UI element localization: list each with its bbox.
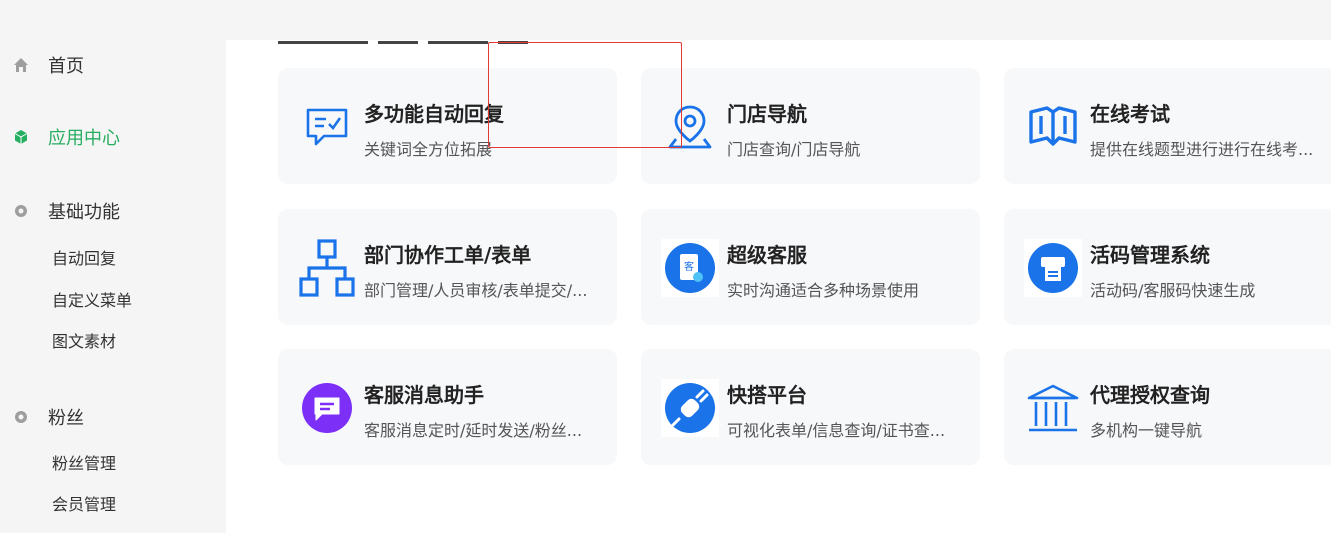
- card-title: 超级客服: [727, 243, 807, 267]
- card-title: 在线考试: [1090, 102, 1170, 126]
- app-card-store-nav[interactable]: 门店导航 门店查询/门店导航: [641, 68, 980, 184]
- app-card-super-service[interactable]: 客 超级客服 实时沟通适合多种场景使用: [641, 209, 980, 325]
- section-heading-cropped-bottom: [278, 529, 398, 533]
- card-title: 部门协作工单/表单: [364, 243, 532, 267]
- card-title: 门店导航: [727, 102, 807, 126]
- home-icon: [12, 56, 30, 74]
- app-card-dept-ticket[interactable]: 部门协作工单/表单 部门管理/人员审核/表单提交/...: [278, 209, 617, 325]
- card-desc: 门店查询/门店导航: [727, 140, 861, 159]
- top-bar: [0, 0, 1331, 40]
- sidebar-item-label: 首页: [48, 56, 84, 77]
- sidebar-subitem-custom-menu[interactable]: 自定义菜单: [52, 287, 132, 311]
- gear-icon: [12, 202, 30, 220]
- card-title: 活码管理系统: [1090, 243, 1210, 267]
- card-desc: 可视化表单/信息查询/证书查...: [727, 421, 946, 440]
- card-desc: 实时沟通适合多种场景使用: [727, 281, 920, 300]
- sidebar-item-app-center[interactable]: 应用中心: [12, 124, 120, 150]
- cube-icon: [12, 128, 30, 146]
- card-desc: 部门管理/人员审核/表单提交/...: [364, 281, 588, 300]
- org-chart-icon: [298, 239, 356, 297]
- open-book-icon: [1024, 98, 1082, 156]
- sidebar-item-label: 应用中心: [48, 128, 120, 149]
- card-desc: 多机构一键导航: [1090, 421, 1203, 440]
- app-card-live-code[interactable]: 活码管理系统 活动码/客服码快速生成: [1004, 209, 1331, 325]
- app-card-agent-auth[interactable]: 代理授权查询 多机构一键导航: [1004, 349, 1331, 465]
- sidebar-item-fans[interactable]: 粉丝: [12, 404, 84, 430]
- app-card-service-message[interactable]: 客服消息助手 客服消息定时/延时发送/粉丝...: [278, 349, 617, 465]
- card-title: 多功能自动回复: [364, 102, 504, 126]
- sidebar-item-basic[interactable]: 基础功能: [12, 198, 120, 224]
- section-heading-cropped: [278, 40, 598, 44]
- main-content: 多功能自动回复 关键词全方位拓展 门店导航 门店查询/门店导航 在线考试 提供在…: [226, 40, 1331, 533]
- card-desc: 活动码/客服码快速生成: [1090, 281, 1256, 300]
- printer-icon: [1024, 239, 1082, 297]
- sidebar-subitem-member-manage[interactable]: 会员管理: [52, 491, 116, 515]
- app-card-auto-reply[interactable]: 多功能自动回复 关键词全方位拓展: [278, 68, 617, 184]
- sidebar-subitem-auto-reply[interactable]: 自动回复: [52, 245, 116, 269]
- card-desc: 客服消息定时/延时发送/粉丝...: [364, 421, 583, 440]
- sidebar-subitem-fans-manage[interactable]: 粉丝管理: [52, 450, 116, 474]
- location-pin-icon: [661, 98, 719, 156]
- message-icon: [298, 379, 356, 437]
- sidebar-item-label: 基础功能: [48, 202, 120, 223]
- plug-icon: [661, 379, 719, 437]
- gear-icon: [12, 408, 30, 426]
- svg-text:客: 客: [684, 260, 694, 273]
- card-desc: 提供在线题型进行进行在线考...: [1090, 140, 1314, 159]
- app-card-online-exam[interactable]: 在线考试 提供在线题型进行进行在线考...: [1004, 68, 1331, 184]
- card-title: 代理授权查询: [1090, 383, 1210, 407]
- app-card-quick-build[interactable]: 快搭平台 可视化表单/信息查询/证书查...: [641, 349, 980, 465]
- card-title: 客服消息助手: [364, 383, 484, 407]
- customer-service-icon: 客: [661, 239, 719, 297]
- bank-icon: [1024, 379, 1082, 437]
- card-desc: 关键词全方位拓展: [364, 140, 493, 159]
- chat-check-icon: [298, 98, 356, 156]
- sidebar: 首页 应用中心 基础功能 自动回复 自定义菜单 图文素材 粉丝 粉丝管理 会员管…: [0, 40, 226, 533]
- sidebar-item-home[interactable]: 首页: [12, 52, 84, 78]
- sidebar-item-label: 粉丝: [48, 408, 84, 429]
- sidebar-subitem-media[interactable]: 图文素材: [52, 328, 116, 352]
- card-title: 快搭平台: [727, 383, 807, 407]
